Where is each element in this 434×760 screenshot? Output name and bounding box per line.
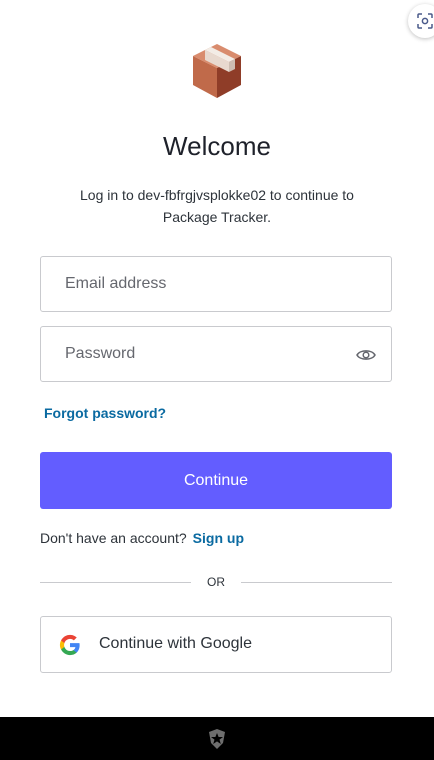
or-divider: OR (40, 574, 392, 592)
login-page: Welcome Log in to dev-fbfrgjvsplokke02 t… (0, 0, 434, 760)
forgot-password-link[interactable]: Forgot password? (44, 405, 166, 421)
show-password-eye-icon (356, 350, 376, 360)
email-input[interactable] (41, 257, 391, 311)
screen-capture-button[interactable] (408, 4, 434, 38)
package-box-icon (193, 44, 241, 98)
signup-row: Don't have an account? Sign up (40, 530, 244, 546)
subtitle-line-1: Log in to dev-fbfrgjvsplokke02 to contin… (80, 187, 354, 203)
google-logo-icon (59, 634, 80, 656)
footer-bar (0, 717, 434, 760)
continue-button[interactable]: Continue (40, 452, 392, 509)
continue-with-google-label: Continue with Google (99, 635, 252, 652)
password-field-container (40, 326, 392, 382)
auth0-shield-icon (209, 728, 225, 749)
toggle-password-visibility-button[interactable] (355, 344, 377, 366)
screen-capture-icon (417, 13, 433, 29)
email-field-container (40, 256, 392, 312)
signup-link[interactable]: Sign up (193, 530, 244, 546)
continue-with-google-button[interactable]: Continue with Google (40, 616, 392, 673)
page-title: Welcome (163, 131, 271, 161)
subtitle-line-2: Package Tracker. (162, 209, 272, 225)
password-input[interactable] (41, 327, 391, 381)
divider-line-right (241, 582, 392, 583)
signup-prompt: Don't have an account? (40, 530, 187, 546)
page-subtitle: Log in to dev-fbfrgjvsplokke02 to contin… (40, 184, 394, 228)
